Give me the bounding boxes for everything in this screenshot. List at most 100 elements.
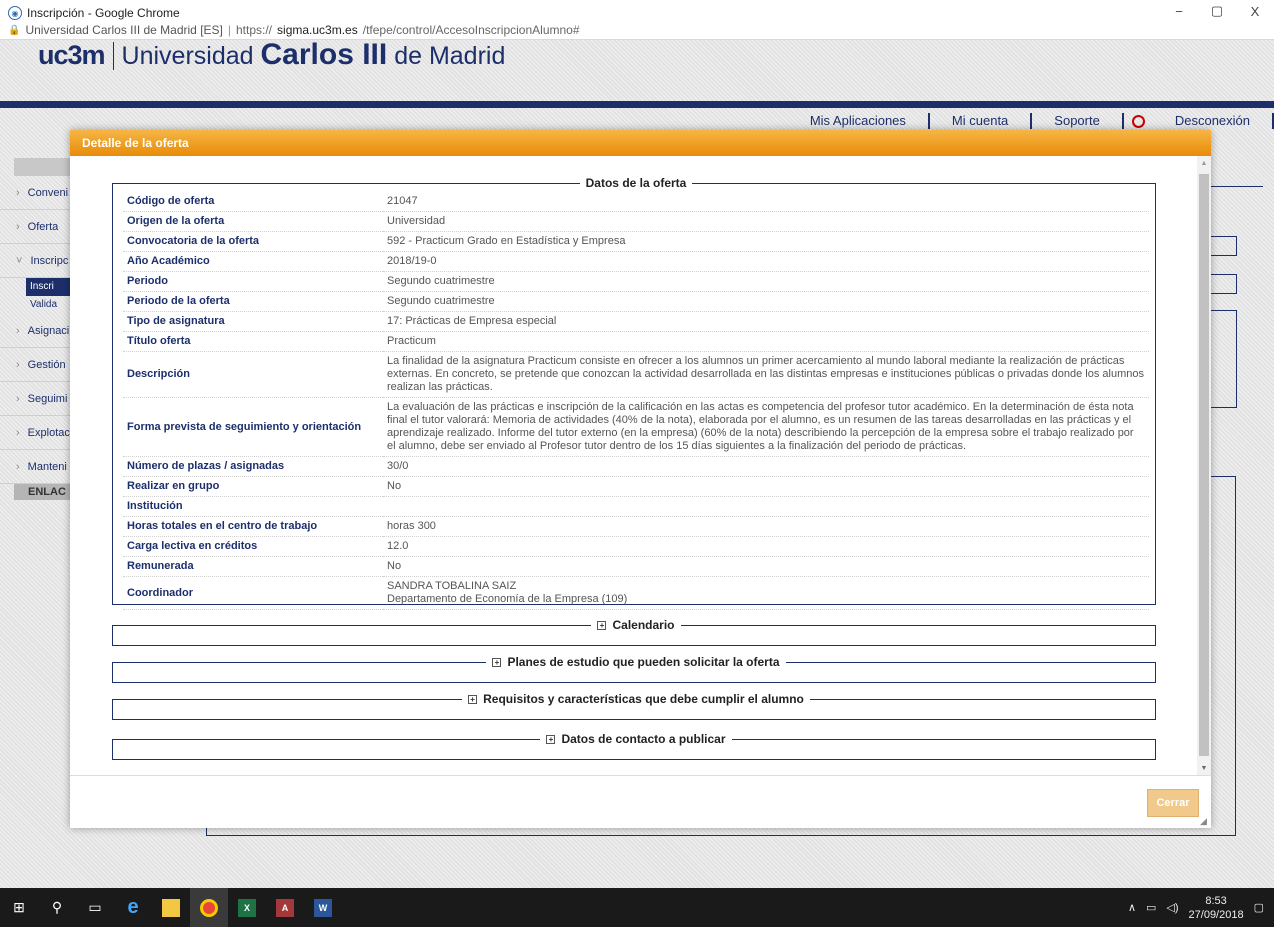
detail-value: SANDRA TOBALINA SAIZ Departamento de Econ… [383, 576, 1149, 610]
chrome-taskbar-icon[interactable] [190, 888, 228, 927]
nav-soporte[interactable]: Soporte [1032, 113, 1124, 129]
detail-label: Coordinador [123, 576, 383, 610]
sidebar-item-gestion[interactable]: › Gestión [0, 348, 70, 382]
uc3m-logo[interactable]: uc3m [38, 40, 106, 70]
detail-label: Número de plazas / asignadas [123, 456, 383, 477]
search-icon[interactable]: ⚲ [38, 888, 76, 927]
chevron-right-icon: › [16, 460, 20, 473]
sidebar-item-seguimiento[interactable]: › Seguimi [0, 382, 70, 416]
maximize-button[interactable]: ▢ [1198, 0, 1236, 22]
chevron-down-icon: ˅ [16, 254, 23, 267]
nav-mis-aplicaciones[interactable]: Mis Aplicaciones [788, 113, 930, 129]
section-toggle[interactable]: + Planes de estudio que pueden solicitar … [486, 655, 785, 669]
expand-icon: + [492, 658, 502, 667]
section-planes-estudio[interactable]: + Planes de estudio que pueden solicitar … [112, 655, 1156, 683]
access-icon[interactable]: A [266, 888, 304, 927]
university-name: Universidad Carlos III de Madrid [122, 40, 506, 71]
notifications-icon[interactable]: ▢ [1254, 901, 1264, 914]
windows-taskbar: ⊞ ⚲ ▭ e X A W ∧ ▭ ◁) 8:53 27/09/2018 ▢ [0, 888, 1274, 927]
detail-row: Convocatoria de la oferta 592 - Practicum… [123, 231, 1149, 252]
close-window-button[interactable]: X [1236, 0, 1274, 22]
windows-start-icon[interactable]: ⊞ [0, 888, 38, 927]
close-button[interactable]: Cerrar [1147, 789, 1199, 817]
taskbar-clock[interactable]: 8:53 27/09/2018 [1189, 894, 1244, 922]
detail-label: Carga lectiva en créditos [123, 536, 383, 557]
dialog-scrollbar[interactable]: ▲ ▼ [1197, 156, 1211, 775]
section-title: Planes de estudio que pueden solicitar l… [507, 655, 780, 669]
brand-divider [112, 42, 114, 70]
scrollbar-thumb[interactable] [1199, 174, 1209, 756]
detail-row: Periodo de la oferta Segundo cuatrimestre [123, 291, 1149, 312]
sidebar-enlaces[interactable]: ENLAC [14, 484, 70, 500]
sidebar-subitem-inscripcion[interactable]: Inscri [26, 278, 70, 296]
detail-value-line: Departamento de Economía de la Empresa (… [387, 593, 628, 605]
section-datos-contacto[interactable]: + Datos de contacto a publicar [112, 732, 1156, 760]
sidebar-item-label: Oferta [27, 220, 59, 233]
chevron-right-icon: › [16, 358, 20, 371]
section-title: Datos de contacto a publicar [561, 732, 726, 746]
sidebar-subitem-validacion[interactable]: Valida [0, 296, 70, 314]
scroll-down-arrow-icon[interactable]: ▼ [1197, 761, 1211, 775]
detail-value: 2018/19-0 [383, 251, 1149, 272]
clock-date: 27/09/2018 [1188, 908, 1244, 921]
chrome-icon: ◉ [8, 6, 22, 20]
browser-titlebar: ◉ Inscripción - Google Chrome − ▢ X 🔒 Un… [0, 0, 1274, 40]
expand-icon: + [597, 621, 607, 630]
chevron-right-icon: › [16, 186, 20, 199]
detail-row: Año Académico 2018/19-0 [123, 251, 1149, 272]
minimize-button[interactable]: − [1160, 0, 1198, 22]
sidebar-item-inscripcion[interactable]: ˅ Inscripc [0, 244, 70, 278]
detail-label: Horas totales en el centro de trabajo [123, 516, 383, 537]
detail-row: Código de oferta 21047 [123, 192, 1149, 212]
detail-value: 592 - Practicum Grado en Estadística y E… [383, 231, 1149, 252]
detail-value: La evaluación de las prácticas e inscrip… [383, 397, 1149, 457]
file-explorer-icon[interactable] [152, 888, 190, 927]
detail-value: Universidad [383, 211, 1149, 232]
section-toggle[interactable]: + Requisitos y características que debe c… [462, 692, 810, 706]
detail-label: Realizar en grupo [123, 476, 383, 497]
sidebar-item-explotacion[interactable]: › Explotac [0, 416, 70, 450]
offer-detail-dialog: Detalle de la oferta Datos de la oferta … [70, 130, 1211, 828]
detail-label: Forma prevista de seguimiento y orientac… [123, 397, 383, 457]
detail-row: Origen de la oferta Universidad [123, 211, 1149, 232]
detail-value: Practicum [383, 331, 1149, 352]
chevron-right-icon: › [16, 220, 20, 233]
detail-row: Periodo Segundo cuatrimestre [123, 271, 1149, 292]
sidebar-item-convenios[interactable]: › Conveni [0, 176, 70, 210]
resize-grip-icon[interactable]: ◢ [1200, 817, 1209, 826]
nav-mi-cuenta[interactable]: Mi cuenta [930, 113, 1033, 129]
edge-icon[interactable]: e [114, 888, 152, 927]
detail-label: Institución [123, 496, 383, 517]
scroll-up-arrow-icon[interactable]: ▲ [1197, 156, 1211, 170]
detail-label: Origen de la oferta [123, 211, 383, 232]
nav-desconexion[interactable]: Desconexión [1153, 113, 1274, 129]
tray-chevron-icon[interactable]: ∧ [1128, 901, 1136, 914]
excel-icon[interactable]: X [228, 888, 266, 927]
sidebar-item-label: Asignaci [27, 324, 70, 337]
section-calendario[interactable]: + Calendario [112, 618, 1156, 646]
task-view-icon[interactable]: ▭ [76, 888, 114, 927]
section-toggle[interactable]: + Calendario [591, 618, 680, 632]
sidebar-item-mantenimiento[interactable]: › Manteni [0, 450, 70, 484]
background-panel-top [1211, 186, 1263, 187]
volume-icon[interactable]: ◁) [1166, 901, 1178, 914]
detail-row: Descripción La finalidad de la asignatura… [123, 351, 1149, 398]
word-icon[interactable]: W [304, 888, 342, 927]
background-field-1 [1211, 236, 1237, 256]
window-controls: − ▢ X [1160, 0, 1274, 22]
network-icon[interactable]: ▭ [1146, 901, 1156, 914]
site-identity: Universidad Carlos III de Madrid [ES] [25, 23, 223, 37]
window-title: Inscripción - Google Chrome [27, 6, 180, 20]
sidebar-item-oferta[interactable]: › Oferta [0, 210, 70, 244]
address-bar[interactable]: 🔒 Universidad Carlos III de Madrid [ES] … [8, 22, 580, 38]
detail-row: Título oferta Practicum [123, 331, 1149, 352]
chevron-right-icon: › [16, 426, 20, 439]
university-name-suffix: de Madrid [394, 42, 506, 70]
chevron-right-icon: › [16, 392, 20, 405]
section-requisitos[interactable]: + Requisitos y características que debe c… [112, 692, 1156, 720]
power-icon[interactable] [1131, 114, 1145, 128]
detail-value: horas 300 [383, 516, 1149, 537]
section-toggle[interactable]: + Datos de contacto a publicar [540, 732, 731, 746]
dialog-body: Datos de la oferta Código de oferta 21047… [70, 156, 1211, 775]
sidebar-item-asignacion[interactable]: › Asignaci [0, 314, 70, 348]
